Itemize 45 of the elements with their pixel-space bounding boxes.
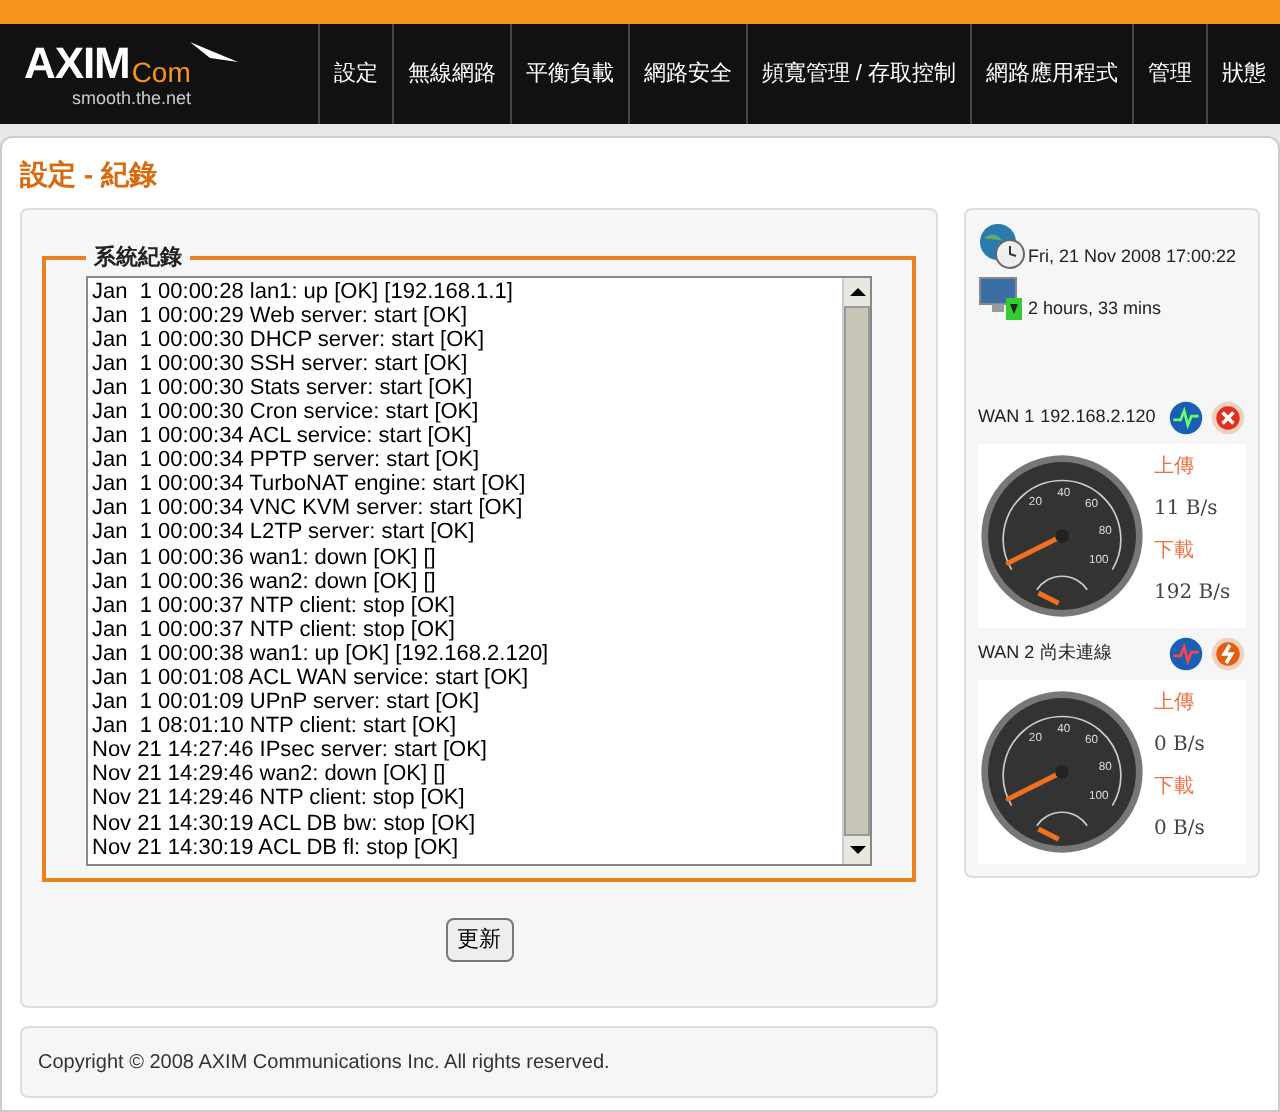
log-line: Jan 1 00:00:36 wan2: down [OK] [] (92, 569, 438, 594)
wan-name: WAN 1 (978, 404, 1035, 431)
log-line: Jan 1 00:00:30 Cron service: start [OK] (92, 399, 481, 425)
date-time: Fri, 21 Nov 2008 17:00:22 (1028, 243, 1237, 269)
download-rate: 0 B/s (1154, 816, 1205, 844)
log-line: Nov 21 14:27:46 IPsec server: start [OK] (92, 738, 489, 763)
log-line: Jan 1 08:01:10 NTP client: start [OK] (92, 714, 458, 739)
log-line: Jan 1 00:00:30 SSH server: start [OK] (92, 351, 470, 376)
log-line: Jan 1 00:00:34 TurboNAT engine: start [OK] (92, 472, 528, 497)
log-line: Jan 1 00:00:37 NTP client: stop [OK] (92, 617, 457, 642)
log-line: Nov 21 14:30:19 ACL DB fl: stop [OK] (92, 835, 461, 860)
log-line: Jan 1 00:00:34 PPTP server: start [OK] (92, 448, 482, 473)
log-line: Jan 1 00:00:34 VNC KVM server: start [OK] (92, 496, 525, 521)
log-line: Jan 1 00:00:30 Stats server: start [OK] (92, 375, 475, 400)
log-line: Jan 1 00:00:34 ACL service: start [OK] (92, 424, 474, 449)
log-line: Jan 1 00:00:37 NTP client: stop [OK] (92, 593, 457, 618)
log-line: Jan 1 00:00:28 lan1: up [OK] [192.168.1.1] (92, 279, 515, 304)
log-legend: 系統紀錄 (86, 242, 190, 275)
wan-name: WAN 2 (978, 640, 1035, 667)
page-title: 設定 - 紀錄 (20, 156, 159, 194)
logo-tagline: smooth.the.net (72, 89, 194, 107)
log-line: Jan 1 00:00:34 L2TP server: start [OK] (92, 520, 477, 546)
upload-rate: 0 B/s (1154, 732, 1205, 760)
log-line: Jan 1 00:00:29 Web server: start [OK] (92, 303, 469, 328)
logo-suffix: Com (131, 57, 191, 85)
log-line: Jan 1 00:00:36 wan1: down [OK] [] (92, 545, 438, 570)
log-line: Nov 21 14:29:46 NTP client: stop [OK] (92, 786, 467, 812)
download-rate: 192 B/s (1154, 580, 1231, 608)
logo-text: AXIM (24, 41, 130, 85)
upload-label: 上傳 (1154, 453, 1196, 482)
log-line: Jan 1 00:01:08 ACL WAN service: start [OK] (92, 666, 531, 691)
refresh-button[interactable]: 更新 (445, 917, 513, 962)
log-line: Jan 1 00:00:30 DHCP server: start [OK] (92, 327, 487, 352)
log-line: Nov 21 14:30:19 ACL DB bw: stop [OK] (92, 811, 478, 836)
log-line: Jan 1 00:00:38 wan1: up [OK] [192.168.2.120] (92, 641, 551, 666)
wan-address: 尚未連線 (1040, 640, 1113, 667)
upload-rate: 11 B/s (1154, 496, 1220, 524)
log-line: Nov 21 14:29:46 wan2: down [OK] [] (92, 762, 448, 787)
log-line: Jan 1 00:01:09 UPnP server: start [OK] (92, 690, 482, 715)
uptime: 2 hours, 33 mins (1028, 295, 1162, 321)
copyright-text: Copyright © 2008 AXIM Communications Inc. All rights reserved. (38, 1049, 610, 1077)
download-label: 下載 (1154, 537, 1196, 566)
download-label: 下載 (1154, 773, 1196, 802)
wan-address: 192.168.2.120 (1040, 404, 1156, 431)
upload-label: 上傳 (1154, 689, 1196, 718)
